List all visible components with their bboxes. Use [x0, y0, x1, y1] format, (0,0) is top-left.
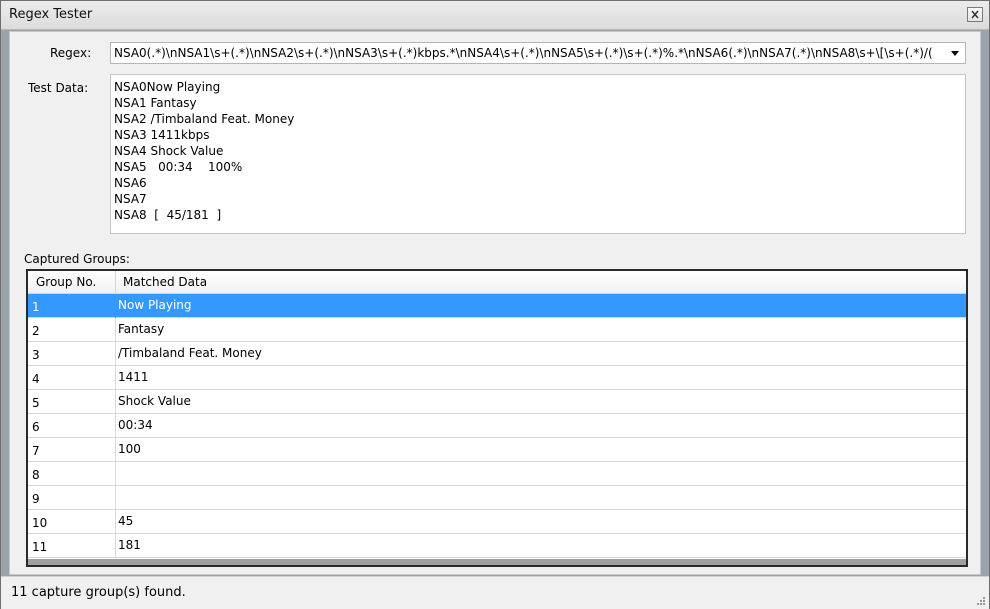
- status-text: 11 capture group(s) found.: [11, 585, 186, 600]
- matched-data-cell: Shock Value: [118, 394, 191, 408]
- resize-grip-icon[interactable]: [975, 595, 985, 605]
- test-data-line: NSA8 [ 45/181 ]: [114, 208, 222, 222]
- window-title: Regex Tester: [9, 7, 93, 22]
- test-data-line: NSA0Now Playing: [114, 80, 221, 94]
- column-separator[interactable]: [115, 271, 116, 293]
- group-number-cell: 11: [32, 540, 48, 554]
- cell-separator: [115, 486, 116, 510]
- table-row[interactable]: 1 Now Playing: [28, 294, 966, 318]
- group-number-cell: 5: [32, 396, 40, 410]
- table-row[interactable]: 3/Timbaland Feat. Money: [28, 342, 966, 366]
- cell-separator: [115, 414, 116, 438]
- table-row[interactable]: 9: [28, 486, 966, 510]
- test-data-textarea[interactable]: NSA0Now Playing NSA1 Fantasy NSA2 /Timba…: [110, 74, 966, 234]
- captured-groups-grid[interactable]: Group No. Matched Data 1 Now Playing 2 Fant…: [26, 269, 968, 567]
- table-row[interactable]: 10 45: [28, 510, 966, 534]
- group-number-cell: 6: [32, 420, 40, 434]
- matched-data-cell: 1411: [118, 370, 149, 384]
- test-data-label: Test Data:: [28, 81, 89, 95]
- table-row[interactable]: 2 Fantasy: [28, 318, 966, 342]
- group-number-cell: 1: [32, 300, 40, 314]
- group-number-cell: 7: [32, 444, 40, 458]
- matched-data-cell: Now Playing: [118, 298, 192, 312]
- matched-data-cell: /Timbaland Feat. Money: [118, 346, 262, 360]
- test-data-line: NSA3 1411kbps: [114, 128, 210, 142]
- horizontal-scrollbar[interactable]: [28, 559, 966, 565]
- group-number-cell: 4: [32, 372, 40, 386]
- group-number-cell: 8: [32, 468, 40, 482]
- cell-separator: [115, 366, 116, 390]
- regex-input[interactable]: NSA0(.*)\nNSA1\s+(.*)\nNSA2\s+(.*)\nNSA3…: [114, 46, 934, 60]
- grid-header: Group No. Matched Data: [28, 271, 966, 294]
- test-data-line: NSA1 Fantasy: [114, 96, 197, 110]
- cell-separator: [115, 534, 116, 558]
- close-icon: [971, 10, 979, 19]
- column-header-group-no[interactable]: Group No.: [36, 275, 96, 289]
- group-number-cell: 10: [32, 516, 48, 530]
- matched-data-cell: 181: [118, 538, 141, 552]
- close-button[interactable]: [967, 7, 983, 22]
- group-number-cell: 3: [32, 348, 40, 362]
- main-panel: Regex: NSA0(.*)\nNSA1\s+(.*)\nNSA2\s+(.*…: [9, 31, 981, 575]
- matched-data-cell: 45: [118, 514, 134, 528]
- test-data-line: NSA7: [114, 192, 147, 206]
- table-row[interactable]: 6 00:34: [28, 414, 966, 438]
- cell-separator: [115, 342, 116, 366]
- table-row[interactable]: 4 1411: [28, 366, 966, 390]
- cell-separator: [115, 510, 116, 534]
- test-data-line: NSA5 00:34 100%: [114, 160, 243, 174]
- cell-separator: [115, 438, 116, 462]
- cell-separator: [115, 462, 116, 486]
- group-number-cell: 2: [32, 324, 40, 338]
- table-row[interactable]: 8: [28, 462, 966, 486]
- matched-data-cell: 00:34: [118, 418, 153, 432]
- title-bar[interactable]: Regex Tester: [1, 1, 989, 30]
- status-bar: 11 capture group(s) found.: [1, 576, 989, 609]
- cell-separator: [115, 318, 116, 342]
- regex-label: Regex:: [50, 46, 92, 60]
- matched-data-cell: Fantasy: [118, 322, 165, 336]
- dropdown-arrow-icon[interactable]: [951, 51, 959, 56]
- test-data-line: NSA2 /Timbaland Feat. Money: [114, 112, 295, 126]
- test-data-line: NSA4 Shock Value: [114, 144, 224, 158]
- regex-combobox[interactable]: NSA0(.*)\nNSA1\s+(.*)\nNSA2\s+(.*)\nNSA3…: [110, 42, 966, 64]
- table-row[interactable]: 11 181: [28, 534, 966, 558]
- regex-tester-window: Regex Tester Regex: NSA0(.*)\nNSA1\s+(.*…: [0, 0, 990, 609]
- captured-groups-label: Captured Groups:: [24, 252, 130, 266]
- test-data-line: NSA6: [114, 176, 147, 190]
- group-number-cell: 9: [32, 492, 40, 506]
- table-row[interactable]: 7 100: [28, 438, 966, 462]
- column-header-matched-data[interactable]: Matched Data: [123, 275, 207, 289]
- matched-data-cell: 100: [118, 442, 141, 456]
- table-row[interactable]: 5 Shock Value: [28, 390, 966, 414]
- cell-separator: [115, 294, 116, 318]
- grid-rows: 1 Now Playing 2 Fantasy 3/Timbaland Feat. Mo…: [28, 294, 966, 558]
- cell-separator: [115, 390, 116, 414]
